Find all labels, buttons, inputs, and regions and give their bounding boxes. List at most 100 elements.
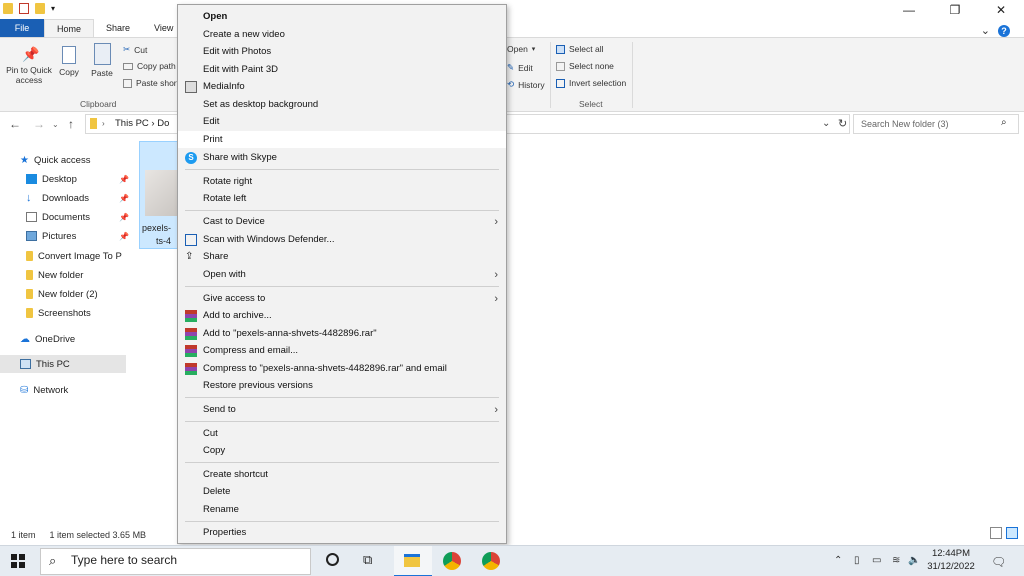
recent-locations-icon[interactable]: ⌄ <box>52 120 59 129</box>
invert-selection-icon <box>556 78 565 88</box>
menu-item-open[interactable]: Open <box>178 8 506 25</box>
window-controls: — ❐ ✕ <box>886 0 1024 20</box>
pin-icon: 📌 <box>119 231 129 241</box>
up-arrow-icon[interactable]: ↑ <box>68 117 74 131</box>
menu-item-cast-to-device[interactable]: Cast to Device › <box>178 213 506 230</box>
folder-icon <box>90 118 97 129</box>
show-hidden-icons-icon[interactable]: ⌃ <box>834 555 842 566</box>
menu-item-add-rar[interactable]: Add to "pexels-anna-shvets-4482896.rar" <box>178 325 506 342</box>
cortana-icon[interactable] <box>326 553 339 566</box>
sidebar-item-documents[interactable]: Documents 📌 <box>26 208 129 226</box>
paste-button[interactable]: Paste <box>90 43 114 78</box>
properties-icon[interactable] <box>19 3 29 14</box>
device-icon[interactable]: ▯ <box>854 555 860 566</box>
menu-item-edit-photos[interactable]: Edit with Photos <box>178 43 506 60</box>
selection-info: 1 item selected 3.65 MB <box>49 530 147 540</box>
chevron-right-icon: › <box>494 268 498 281</box>
open-button[interactable]: Open ▾ <box>507 44 535 54</box>
task-view-icon[interactable]: ⧉ <box>363 552 372 568</box>
large-icons-view-icon[interactable] <box>1006 527 1018 539</box>
menu-item-rename[interactable]: Rename <box>178 501 506 518</box>
menu-item-print[interactable]: Print <box>178 131 506 148</box>
restore-icon[interactable]: ❐ <box>932 0 978 20</box>
pin-icon: 📌 <box>119 174 129 184</box>
search-icon: ⌕ <box>1001 117 1007 128</box>
refresh-icon[interactable]: ↻ <box>838 117 847 130</box>
volume-icon[interactable]: 🔈 <box>908 555 920 566</box>
menu-item-edit-paint3d[interactable]: Edit with Paint 3D <box>178 61 506 78</box>
star-icon: ★ <box>20 154 29 166</box>
menu-item-share-skype[interactable]: S Share with Skype <box>178 149 506 166</box>
sidebar-item-new-folder[interactable]: New folder <box>26 266 83 284</box>
menu-item-give-access[interactable]: Give access to › <box>178 290 506 307</box>
sidebar-item-pictures[interactable]: Pictures 📌 <box>26 227 129 245</box>
menu-item-rotate-left[interactable]: Rotate left <box>178 190 506 207</box>
breadcrumb[interactable]: This PC › Do <box>115 118 169 129</box>
menu-item-set-background[interactable]: Set as desktop background <box>178 96 506 113</box>
copy-path-button[interactable]: Copy path <box>123 61 176 71</box>
chrome-icon[interactable] <box>443 552 461 570</box>
sidebar-item-onedrive[interactable]: ☁ OneDrive <box>20 330 75 348</box>
menu-item-properties[interactable]: Properties <box>178 524 506 541</box>
address-dropdown-icon[interactable]: ⌄ <box>822 118 830 129</box>
select-all-button[interactable]: Select all <box>556 44 604 54</box>
details-view-icon[interactable] <box>990 527 1002 539</box>
menu-item-create-video[interactable]: Create a new video <box>178 26 506 43</box>
paste-shortcut-button[interactable]: Paste short <box>123 78 179 88</box>
menu-item-send-to[interactable]: Send to › <box>178 401 506 418</box>
notifications-icon[interactable]: 🗨 <box>991 555 1006 569</box>
defender-icon <box>185 233 197 246</box>
cut-button[interactable]: ✂ Cut <box>123 44 147 55</box>
customize-toolbar-icon[interactable]: ▾ <box>51 4 55 13</box>
chevron-down-icon[interactable]: ⌄ <box>981 24 990 37</box>
minimize-icon[interactable]: — <box>886 0 932 20</box>
clock[interactable]: 12:44PM 31/12/2022 <box>922 547 980 573</box>
sidebar-item-this-pc[interactable]: This PC <box>0 355 126 373</box>
history-button[interactable]: ⟲ History <box>507 79 545 90</box>
menu-separator <box>185 397 499 398</box>
sidebar-item-screenshots[interactable]: Screenshots <box>26 304 91 322</box>
wifi-icon[interactable]: ≋ <box>892 555 900 566</box>
menu-item-cut[interactable]: Cut <box>178 425 506 442</box>
back-arrow-icon[interactable]: ← <box>9 117 21 131</box>
invert-selection-button[interactable]: Invert selection <box>556 78 626 88</box>
menu-item-open-with[interactable]: Open with › <box>178 266 506 283</box>
forward-arrow-icon[interactable]: → <box>33 117 45 131</box>
chevron-right-icon: › <box>494 215 498 228</box>
copy-path-icon <box>123 62 133 70</box>
sidebar-item-downloads[interactable]: ↓ Downloads 📌 <box>26 189 129 207</box>
menu-item-compress-email[interactable]: Compress and email... <box>178 342 506 359</box>
menu-item-scan-defender[interactable]: Scan with Windows Defender... <box>178 231 506 248</box>
battery-icon[interactable]: ▭ <box>872 555 881 566</box>
sidebar-item-convert-image[interactable]: Convert Image To P <box>26 247 126 265</box>
chevron-right-icon: › <box>494 403 498 416</box>
sidebar-item-network[interactable]: ⛁ Network <box>20 381 68 399</box>
windows-start-icon[interactable] <box>11 554 25 568</box>
new-folder-icon[interactable] <box>35 3 45 14</box>
tab-home[interactable]: Home <box>44 19 95 37</box>
sidebar-item-desktop[interactable]: Desktop 📌 <box>26 170 129 188</box>
close-icon[interactable]: ✕ <box>978 0 1024 20</box>
sidebar-item-new-folder-2[interactable]: New folder (2) <box>26 285 98 303</box>
pin-to-quick-access-button[interactable]: 📌 Pin to Quick access <box>5 46 53 85</box>
select-none-button[interactable]: Select none <box>556 61 614 71</box>
menu-item-delete[interactable]: Delete <box>178 483 506 500</box>
menu-item-copy[interactable]: Copy <box>178 442 506 459</box>
tab-file[interactable]: File <box>0 19 44 37</box>
help-icon[interactable]: ? <box>998 25 1010 37</box>
edit-button[interactable]: ✎ Edit <box>507 62 533 73</box>
sidebar-item-quick-access[interactable]: ★ Quick access <box>20 151 90 169</box>
chrome-profile-icon[interactable] <box>482 552 500 570</box>
menu-item-restore-versions[interactable]: Restore previous versions <box>178 377 506 394</box>
menu-item-rotate-right[interactable]: Rotate right <box>178 173 506 190</box>
tab-share[interactable]: Share <box>94 19 142 37</box>
menu-item-mediainfo[interactable]: MediaInfo <box>178 78 506 95</box>
menu-item-edit[interactable]: Edit <box>178 113 506 130</box>
share-icon: ⇪ <box>185 250 194 262</box>
menu-item-share[interactable]: ⇪ Share <box>178 248 506 265</box>
file-item[interactable]: pexels- ts-4 <box>139 141 181 249</box>
copy-button[interactable]: Copy <box>58 46 80 77</box>
menu-item-add-archive[interactable]: Add to archive... <box>178 307 506 324</box>
menu-item-compress-rar-email[interactable]: Compress to "pexels-anna-shvets-4482896.… <box>178 360 506 377</box>
menu-item-create-shortcut[interactable]: Create shortcut <box>178 466 506 483</box>
